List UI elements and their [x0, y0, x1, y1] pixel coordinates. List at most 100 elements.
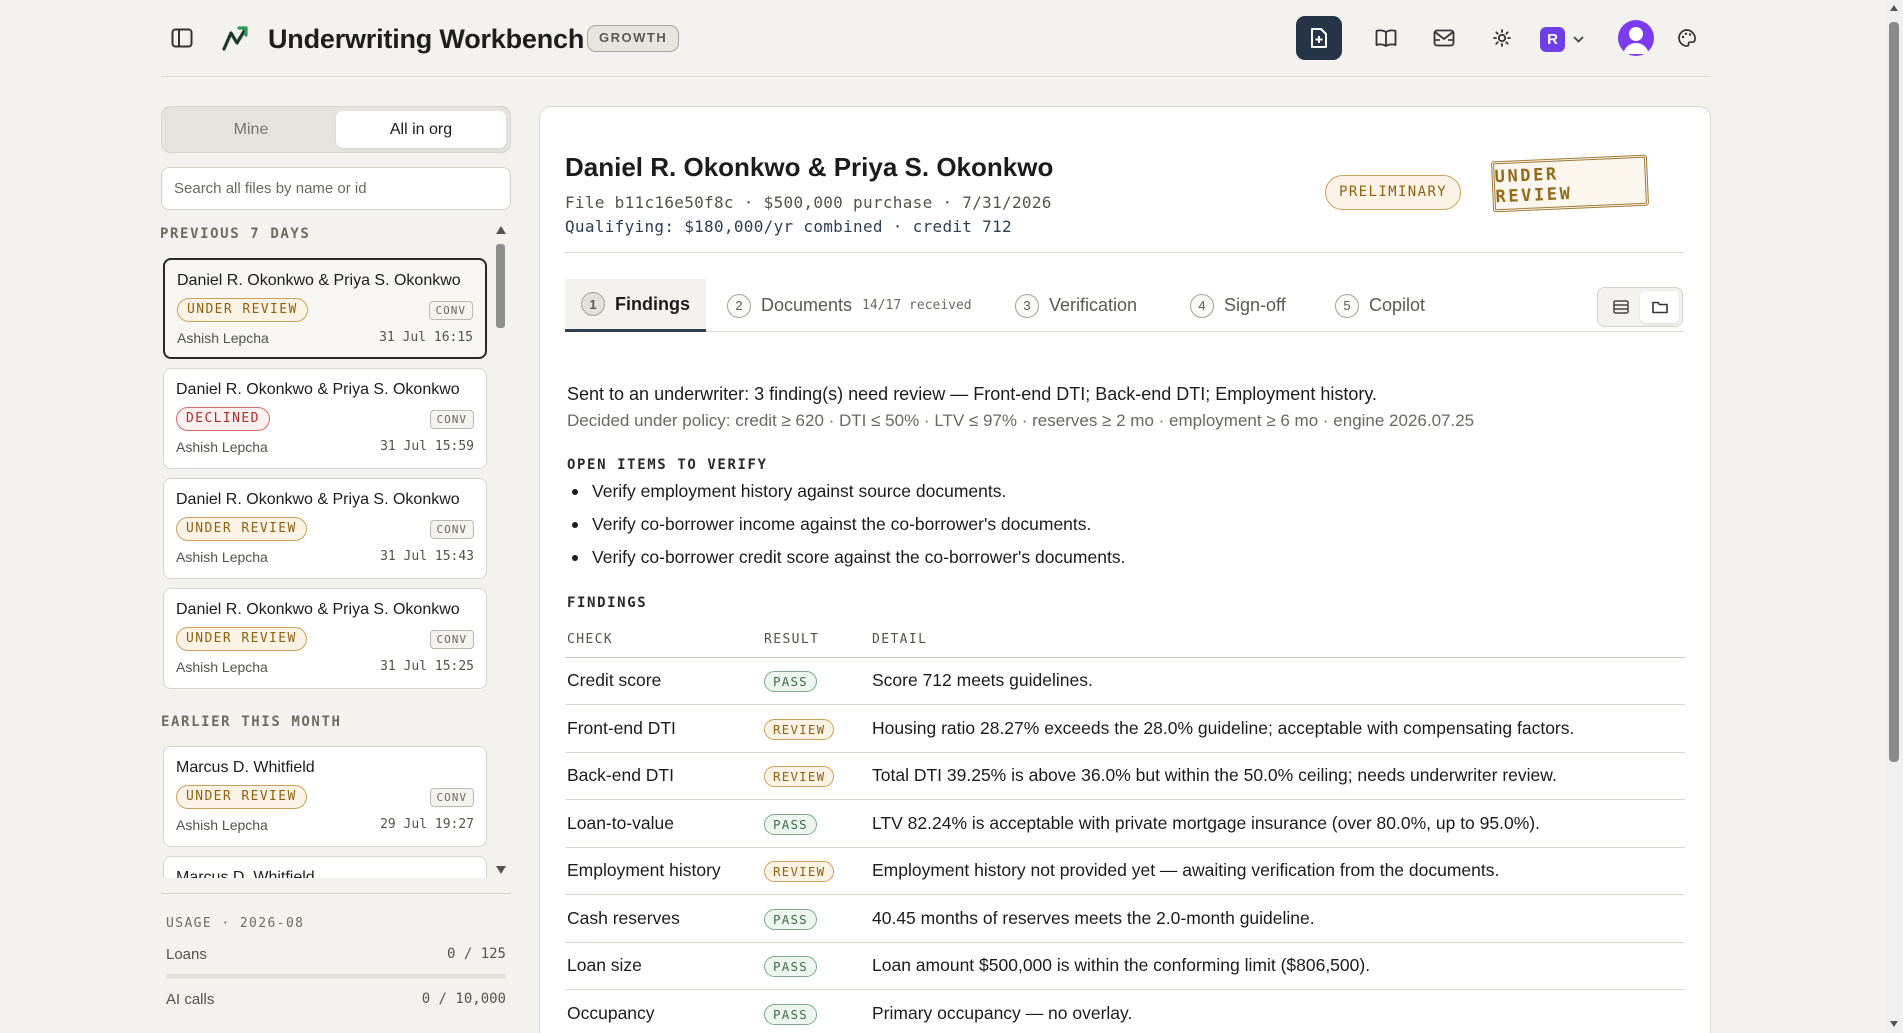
list-view-icon: [1612, 300, 1629, 314]
filter-all-in-org[interactable]: All in org: [336, 111, 506, 148]
filter-mine[interactable]: Mine: [166, 111, 336, 148]
owner-filter: Mine All in org: [161, 106, 511, 153]
new-file-button[interactable]: [1296, 16, 1342, 60]
result-badge: REVIEW: [764, 861, 835, 883]
file-time: 29 Jul 19:27: [380, 817, 474, 832]
finding-result-cell: REVIEW: [762, 752, 870, 800]
page-scrollbar[interactable]: [1885, 0, 1903, 1033]
tab-findings[interactable]: 1 Findings: [565, 279, 706, 332]
folder-view-button[interactable]: [1640, 291, 1679, 323]
usage-panel: USAGE · 2026-08 Loans 0 / 125 AI calls 0 /…: [161, 893, 511, 1008]
tab-copilot[interactable]: 5 Copilot: [1335, 279, 1425, 332]
table-row: Loan size PASS Loan amount $500,000 is wit…: [565, 942, 1685, 990]
tab-documents[interactable]: 2 Documents 14/17 received: [727, 279, 972, 332]
finding-detail: Employment history not provided yet — aw…: [870, 847, 1685, 895]
tab-documents-count: 14/17 received: [862, 298, 972, 313]
scroll-thumb[interactable]: [496, 244, 505, 328]
group-heading: EARLIER THIS MONTH: [161, 714, 342, 730]
open-items-list: Verify employment history against source…: [567, 477, 1125, 576]
result-badge: PASS: [764, 813, 817, 835]
palette-icon[interactable]: [1673, 24, 1701, 52]
tab-number: 5: [1335, 293, 1359, 318]
file-owner: Ashish Lepcha: [176, 549, 268, 565]
file-list-scrollbar[interactable]: [491, 222, 511, 878]
folder-view-icon: [1651, 301, 1668, 314]
sidebar-toggle-icon[interactable]: [171, 27, 193, 49]
file-card-name: Daniel R. Okonkwo & Priya S. Okonkwo: [176, 601, 460, 618]
finding-detail: Score 712 meets guidelines.: [870, 657, 1685, 705]
scroll-thumb[interactable]: [1889, 22, 1899, 762]
org-switcher[interactable]: R: [1540, 24, 1590, 54]
status-stamp: UNDER REVIEW: [1490, 154, 1650, 213]
table-row: Occupancy PASS Primary occupancy — no over…: [565, 989, 1685, 1033]
table-row: Back-end DTI REVIEW Total DTI 39.25% is ab…: [565, 752, 1685, 800]
finding-result-cell: PASS: [762, 657, 870, 705]
file-card[interactable]: Daniel R. Okonkwo & Priya S. Okonkwo UND…: [163, 588, 487, 689]
table-row: Employment history REVIEW Employment histo…: [565, 847, 1685, 895]
file-list: Daniel R. Okonkwo & Priya S. Okonkwo UND…: [161, 222, 511, 878]
tab-number: 1: [581, 292, 605, 316]
file-card-name: Daniel R. Okonkwo & Priya S. Okonkwo: [176, 491, 460, 508]
status-badge: DECLINED: [176, 407, 270, 431]
finding-check: Back-end DTI: [565, 752, 762, 800]
loan-type-badge: CONV: [429, 409, 474, 429]
findings-table: CHECK RESULT DETAIL Credit score PASS Scor…: [565, 622, 1685, 1033]
file-card-name: Daniel R. Okonkwo & Priya S. Okonkwo: [176, 381, 460, 398]
loan-type-badge: CONV: [429, 787, 474, 807]
book-icon[interactable]: [1372, 24, 1400, 52]
finding-detail: Housing ratio 28.27% exceeds the 28.0% g…: [870, 704, 1685, 753]
file-title: Daniel R. Okonkwo & Priya S. Okonkwo: [565, 152, 1054, 182]
plan-badge: GROWTH: [587, 25, 680, 52]
search-input[interactable]: [161, 167, 511, 210]
top-bar: Underwriting Workbench GROWTH R: [161, 0, 1711, 77]
loan-type-badge: CONV: [429, 519, 474, 539]
tab-verification[interactable]: 3 Verification: [1015, 279, 1137, 332]
divider: [565, 252, 1685, 253]
file-card[interactable]: Daniel R. Okonkwo & Priya S. Okonkwo UND…: [163, 258, 487, 359]
finding-check: Employment history: [565, 847, 762, 895]
column-header: CHECK: [565, 622, 762, 658]
finding-check: Front-end DTI: [565, 704, 762, 753]
tab-label: Copilot: [1369, 295, 1426, 315]
column-header: DETAIL: [870, 622, 1685, 658]
usage-loans-value: 0 / 125: [446, 946, 506, 962]
org-avatar: R: [1540, 26, 1565, 52]
column-header: RESULT: [762, 622, 870, 658]
file-card-name: Marcus D. Whitfield: [176, 869, 315, 878]
finding-result-cell: PASS: [762, 894, 870, 943]
avatar[interactable]: [1618, 20, 1654, 56]
finding-result-cell: REVIEW: [762, 847, 870, 895]
table-row: Cash reserves PASS 40.45 months of reserve…: [565, 894, 1685, 943]
inbox-icon[interactable]: [1430, 24, 1458, 52]
usage-ai-label: AI calls: [166, 991, 215, 1008]
file-card[interactable]: Daniel R. Okonkwo & Priya S. Okonkwo UND…: [163, 478, 487, 579]
finding-check: Loan-to-value: [565, 799, 762, 848]
result-badge: PASS: [764, 671, 817, 693]
file-detail-panel: Daniel R. Okonkwo & Priya S. Okonkwo Fil…: [539, 106, 1711, 1033]
open-item: Verify co-borrower credit score against …: [567, 543, 1125, 576]
file-time: 31 Jul 16:15: [379, 330, 473, 345]
app-title: Underwriting Workbench: [268, 24, 585, 54]
finding-check: Loan size: [565, 942, 762, 990]
result-badge: PASS: [764, 1003, 817, 1025]
file-card[interactable]: Marcus D. Whitfield: [163, 856, 487, 878]
tab-label: Findings: [615, 293, 690, 314]
settings-icon[interactable]: [1488, 24, 1516, 52]
file-card[interactable]: Daniel R. Okonkwo & Priya S. Okonkwo DEC…: [163, 368, 487, 469]
scroll-up-icon: [496, 226, 506, 234]
file-card[interactable]: Marcus D. Whitfield UNDER REVIEW CONV Ash…: [163, 746, 487, 847]
tab-number: 3: [1015, 293, 1039, 318]
list-view-button[interactable]: [1601, 291, 1640, 323]
loan-type-badge: CONV: [429, 629, 474, 649]
file-owner: Ashish Lepcha: [176, 439, 268, 455]
finding-result-cell: REVIEW: [762, 704, 870, 753]
file-meta: File b11c16e50f8c · $500,000 purchase · …: [565, 193, 1052, 212]
usage-ai-value: 0 / 10,000: [421, 991, 506, 1007]
tab-bar: 1 Findings 2 Documents 14/17 received 3 Veri…: [565, 279, 1685, 332]
status-badge: UNDER REVIEW: [177, 298, 308, 322]
table-row: Credit score PASS Score 712 meets guidelin…: [565, 657, 1685, 705]
tab-sign-off[interactable]: 4 Sign-off: [1190, 279, 1286, 332]
finding-check: Credit score: [565, 657, 762, 705]
finding-detail: Primary occupancy — no overlay.: [870, 989, 1685, 1033]
finding-detail: 40.45 months of reserves meets the 2.0-m…: [870, 894, 1685, 943]
